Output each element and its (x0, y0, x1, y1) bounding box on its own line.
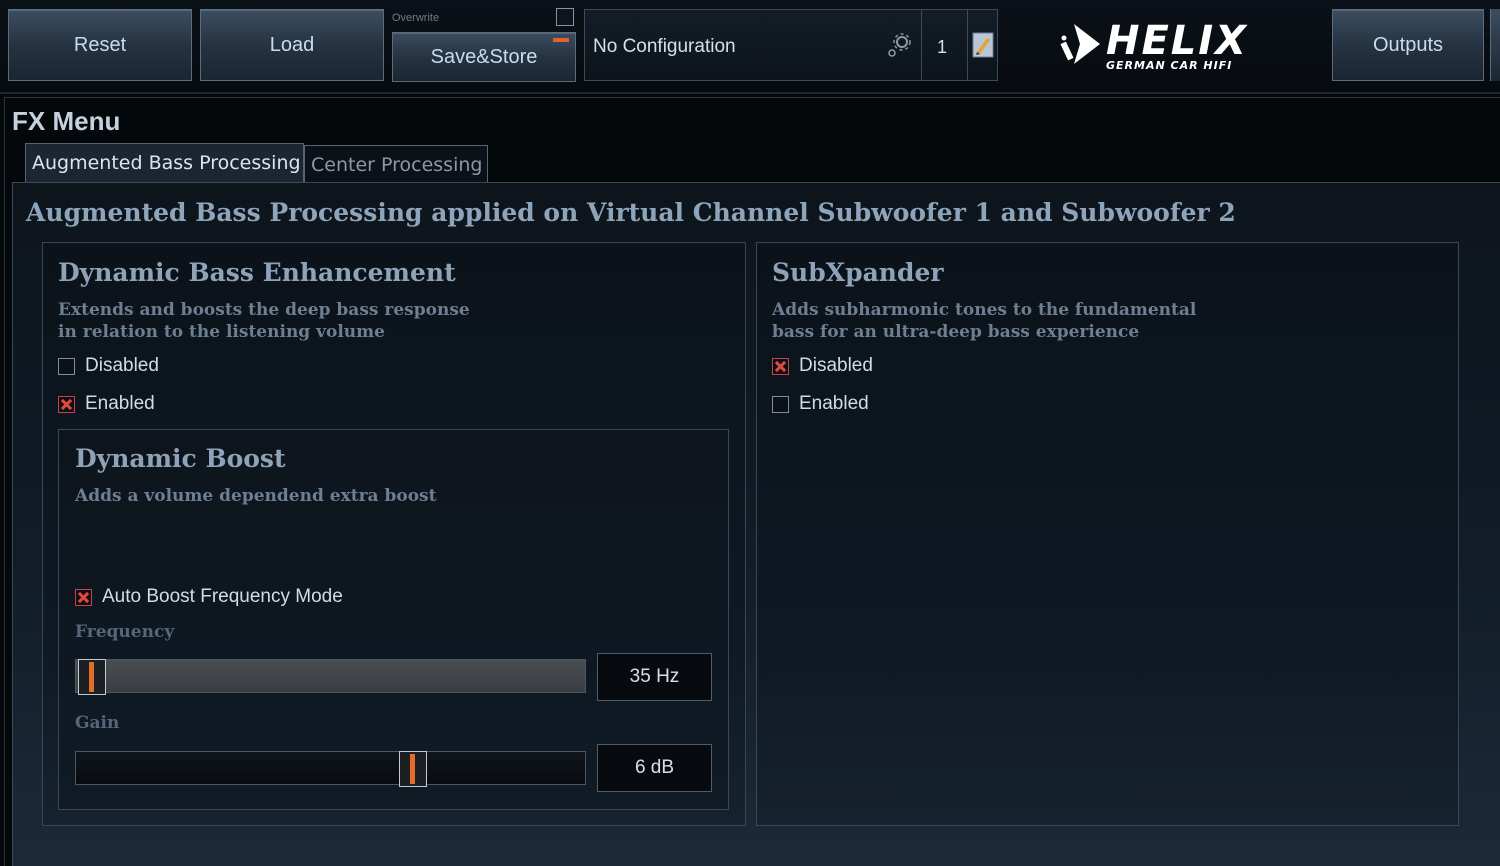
configuration-selector[interactable]: No Configuration 1 (584, 9, 998, 81)
brand-name: HELIX (1106, 18, 1249, 64)
frequency-label: Frequency (75, 622, 175, 642)
tab-augmented-bass-processing[interactable]: Augmented Bass Processing (25, 143, 304, 182)
top-toolbar: Reset Load Overwrite Save&Store No Confi… (0, 0, 1500, 94)
logo-mark-icon (1060, 24, 1100, 64)
gain-value[interactable]: 6 dB (597, 744, 712, 792)
subxpander-description: Adds subharmonic tones to the fundamenta… (772, 299, 1196, 343)
page-title: FX Menu (12, 106, 121, 136)
frequency-slider[interactable] (75, 659, 586, 695)
brand-tagline: GERMAN CAR HIFI (1106, 59, 1233, 72)
reset-button[interactable]: Reset (8, 9, 192, 81)
subxpander-title: SubXpander (772, 258, 944, 287)
toolbar-edge-button[interactable] (1490, 9, 1500, 81)
gain-label: Gain (75, 713, 120, 733)
configuration-name: No Configuration (593, 36, 736, 57)
frequency-slider-handle[interactable] (78, 659, 106, 695)
gain-slider-handle[interactable] (398, 751, 427, 787)
configuration-number: 1 (937, 37, 948, 57)
dbe-enabled-option[interactable]: Enabled (58, 393, 155, 415)
auto-boost-frequency-label: Auto Boost Frequency Mode (102, 586, 343, 607)
dbe-disabled-checkbox[interactable] (58, 357, 75, 375)
dbe-description-line2: in relation to the listening volume (58, 322, 385, 342)
dbe-enabled-checkbox[interactable] (58, 395, 75, 413)
overwrite-label: Overwrite (392, 12, 440, 24)
subxpander-disabled-label: Disabled (799, 355, 873, 376)
gear-icon[interactable] (885, 32, 913, 64)
dbe-description-line1: Extends and boosts the deep bass respons… (58, 300, 470, 320)
overwrite-checkbox[interactable] (556, 8, 574, 26)
dynamic-boost-description: Adds a volume dependend extra boost (75, 486, 437, 506)
frequency-value[interactable]: 35 Hz (597, 653, 712, 701)
dbe-disabled-label: Disabled (85, 355, 159, 376)
subxpander-enabled-checkbox[interactable] (772, 395, 789, 413)
subxpander-enabled-label: Enabled (799, 393, 869, 414)
dbe-disabled-option[interactable]: Disabled (58, 355, 159, 377)
dbe-description: Extends and boosts the deep bass respons… (58, 299, 470, 343)
dbe-title: Dynamic Bass Enhancement (58, 258, 456, 287)
subxpander-description-line2: bass for an ultra-deep bass experience (772, 322, 1140, 342)
separator (921, 10, 922, 80)
auto-boost-frequency-option[interactable]: Auto Boost Frequency Mode (75, 586, 343, 608)
load-button[interactable]: Load (200, 9, 384, 81)
gain-slider[interactable] (75, 751, 586, 787)
subxpander-description-line1: Adds subharmonic tones to the fundamenta… (772, 300, 1197, 320)
subxpander-disabled-option[interactable]: Disabled (772, 355, 873, 377)
helix-logo: HELIX GERMAN CAR HIFI (1054, 18, 1274, 74)
save-store-button[interactable]: Save&Store (392, 32, 576, 82)
outputs-button[interactable]: Outputs (1332, 9, 1484, 81)
auto-boost-frequency-checkbox[interactable] (75, 588, 92, 606)
save-indicator (553, 38, 569, 42)
dynamic-boost-title: Dynamic Boost (75, 444, 286, 473)
tab-center-processing[interactable]: Center Processing (304, 145, 488, 182)
dbe-enabled-label: Enabled (85, 393, 155, 414)
edit-icon[interactable] (972, 32, 994, 62)
separator (967, 10, 968, 80)
section-heading: Augmented Bass Processing applied on Vir… (26, 198, 1236, 227)
subxpander-disabled-checkbox[interactable] (772, 357, 789, 375)
subxpander-enabled-option[interactable]: Enabled (772, 393, 869, 415)
